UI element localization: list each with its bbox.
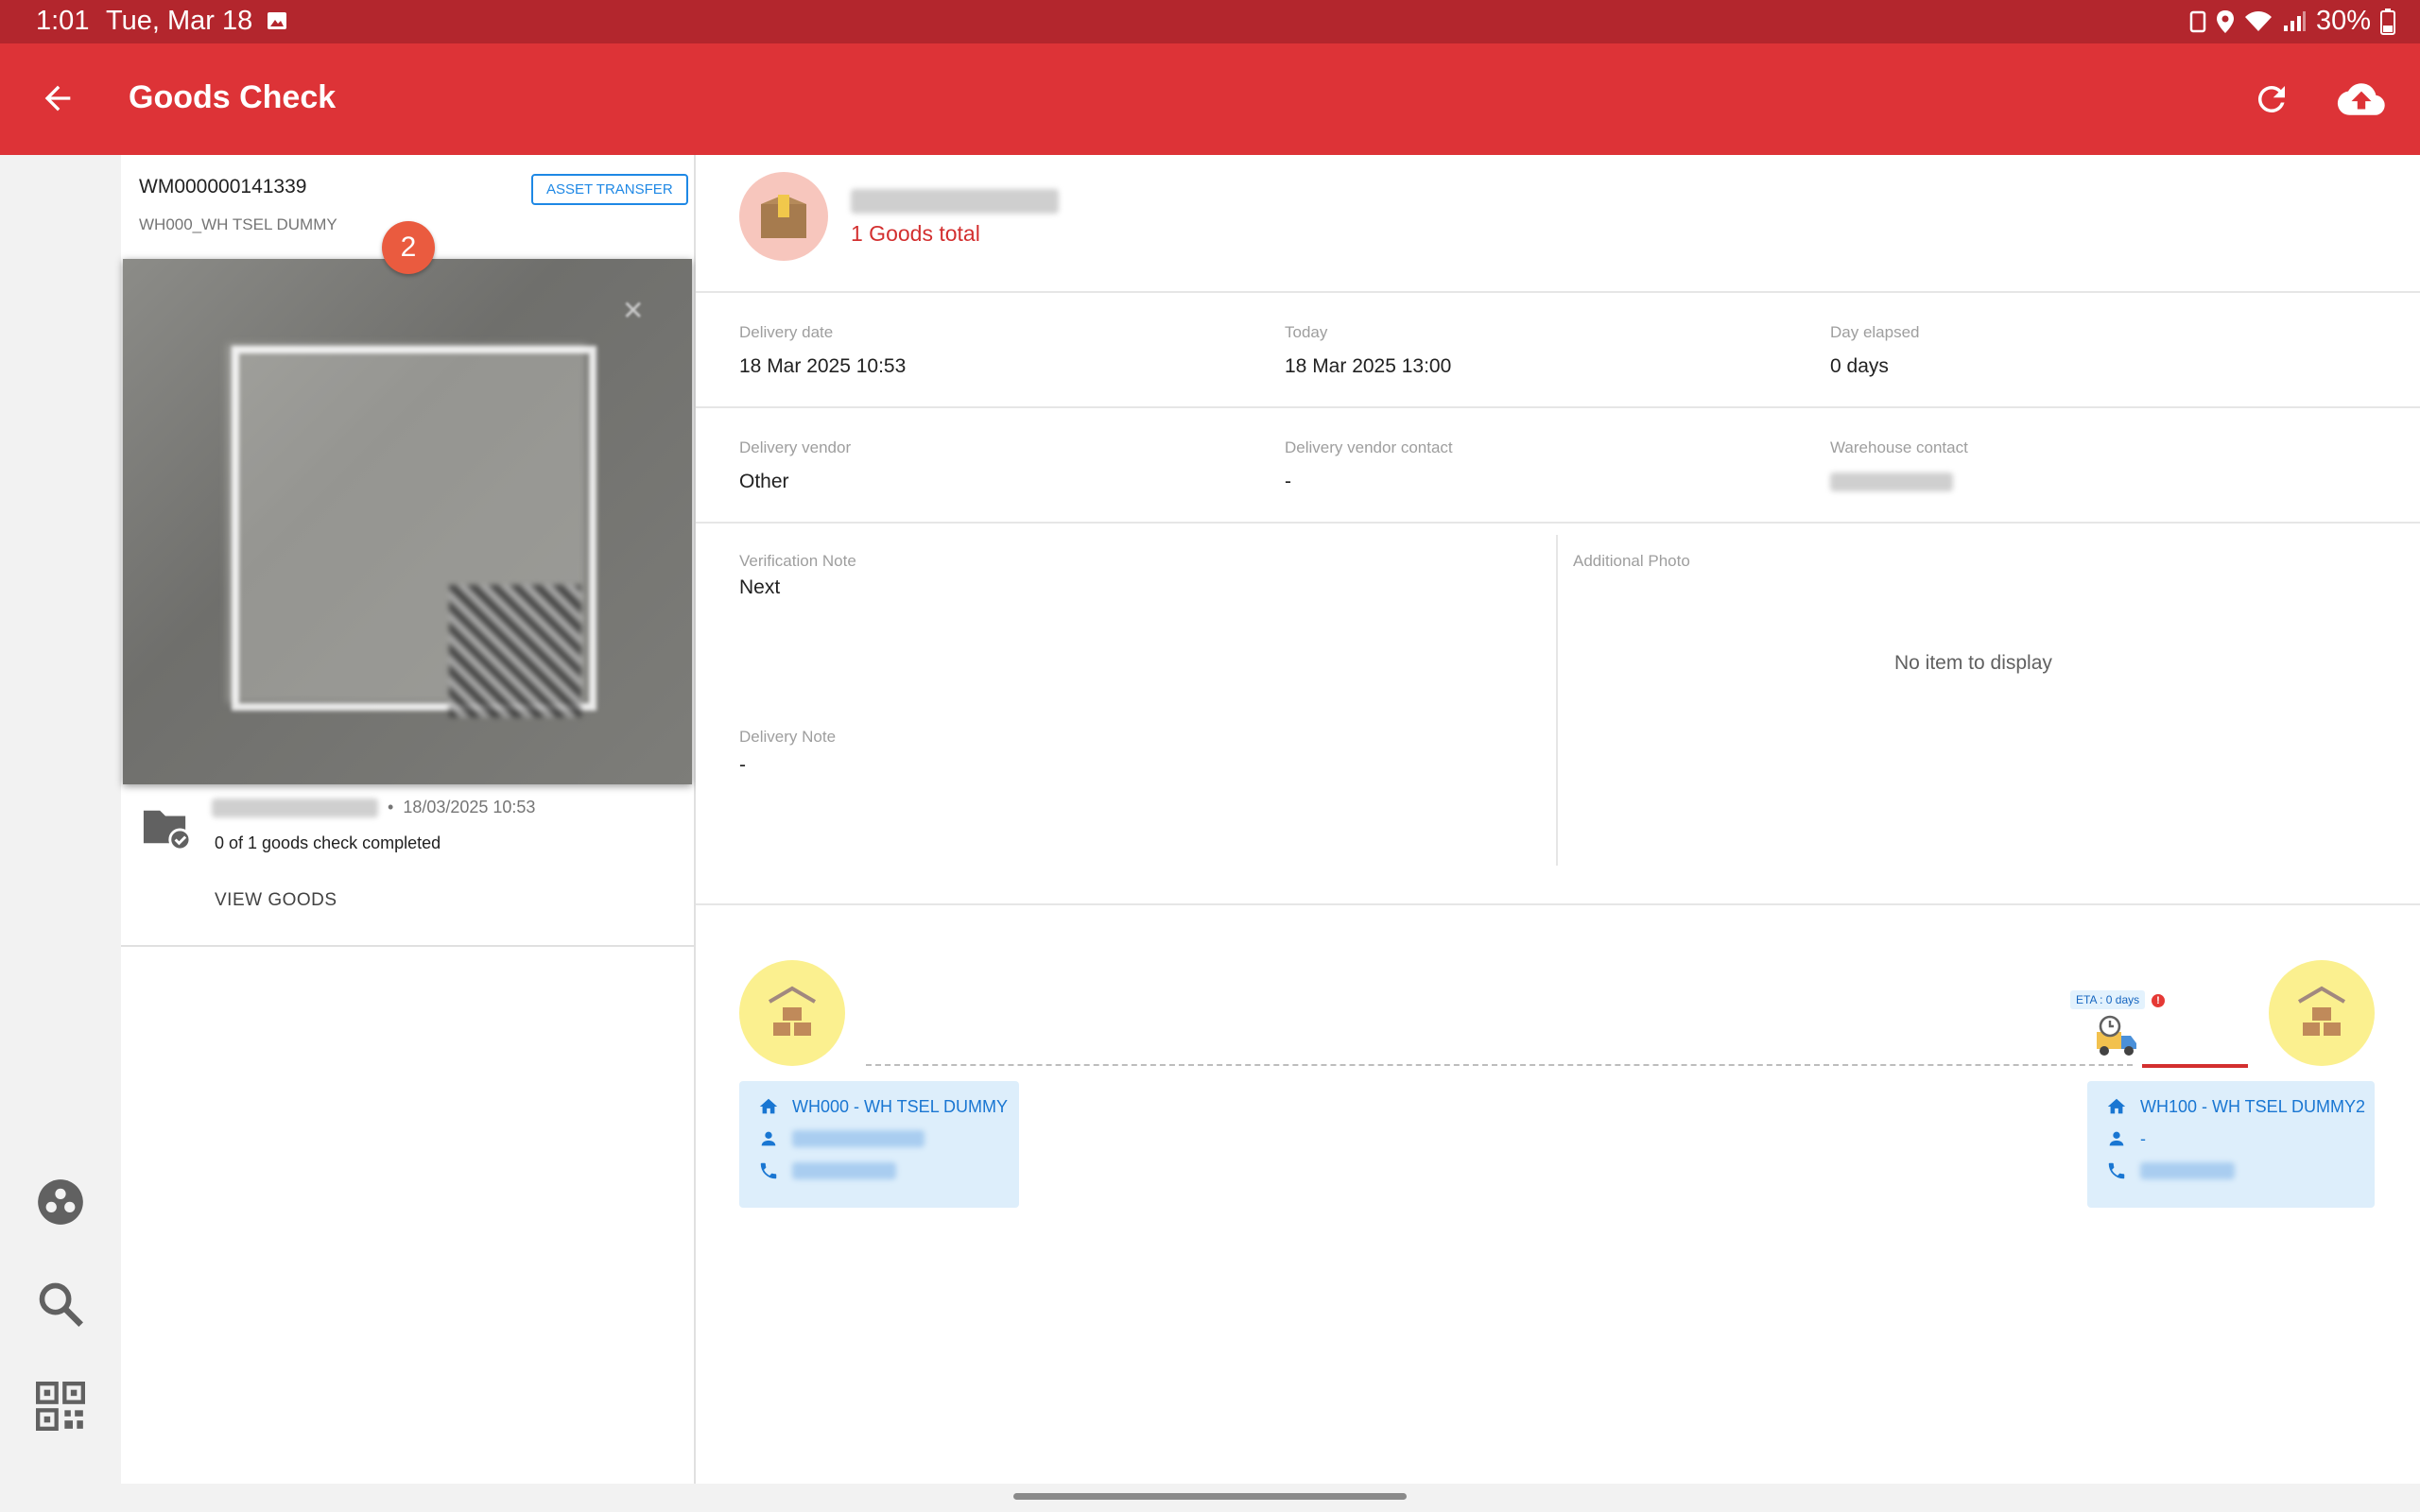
- goods-total: 1 Goods total: [851, 221, 980, 246]
- signal-icon: [2283, 10, 2306, 31]
- package-icon: [761, 195, 806, 238]
- cloud-upload-icon[interactable]: [2337, 79, 2386, 119]
- delivery-date-value: 18 Mar 2025 10:53: [739, 355, 907, 377]
- wifi-icon: [2244, 10, 2272, 31]
- route-overdue-line: [2142, 1064, 2248, 1068]
- origin-name-row: WH000 - WH TSEL DUMMY: [758, 1091, 1019, 1123]
- transfer-id: WM000000141339: [139, 176, 307, 198]
- destination-person-row: -: [2106, 1123, 2375, 1155]
- destination-info-card: WH100 - WH TSEL DUMMY2 -: [2087, 1081, 2375, 1208]
- destination-name: WH100 - WH TSEL DUMMY2: [2140, 1096, 2366, 1116]
- truck-icon: [2097, 1015, 2136, 1056]
- status-indicators: 30%: [2189, 6, 2395, 37]
- view-goods-button[interactable]: VIEW GOODS: [215, 890, 337, 911]
- home-icon: [759, 1098, 778, 1114]
- detail-panel: 1 Goods total Delivery date 18 Mar 2025 …: [696, 155, 2420, 1484]
- bullet-separator: •: [388, 798, 394, 816]
- back-arrow-icon[interactable]: [36, 79, 79, 117]
- home-icon: [2107, 1098, 2126, 1114]
- asset-transfer-badge: ASSET TRANSFER: [531, 174, 688, 205]
- app-bar: Goods Check: [0, 43, 2420, 155]
- transfer-list-panel: WM000000141339 ASSET TRANSFER WH000_WH T…: [121, 155, 696, 1484]
- elapsed-value: 0 days: [1830, 355, 1889, 377]
- warehouse-icon: [2297, 986, 2346, 1036]
- phone-icon: [760, 1162, 777, 1179]
- divider: [696, 406, 2420, 408]
- page-title: Goods Check: [129, 79, 337, 115]
- route-line: [866, 1064, 2133, 1066]
- destination-warehouse-avatar: [2269, 960, 2375, 1066]
- origin-warehouse-avatar: [739, 960, 845, 1066]
- refresh-icon[interactable]: [2252, 79, 2291, 119]
- person-icon: [2109, 1131, 2124, 1146]
- person-icon: [761, 1131, 776, 1146]
- destination-name-row: WH100 - WH TSEL DUMMY2: [2106, 1091, 2375, 1123]
- location-icon: [2216, 9, 2234, 33]
- group-icon[interactable]: [36, 1177, 85, 1227]
- elapsed-label: Day elapsed: [1830, 323, 1920, 341]
- search-icon[interactable]: [36, 1280, 85, 1329]
- vendor-value: Other: [739, 471, 789, 492]
- delivery-note-label: Delivery Note: [739, 728, 837, 746]
- goods-meta: • 18/03/2025 10:53: [212, 798, 535, 817]
- origin-person-row: [758, 1123, 1019, 1155]
- additional-photo-label: Additional Photo: [1573, 552, 1690, 570]
- goods-progress: 0 of 1 goods check completed: [215, 833, 441, 852]
- divider: [696, 291, 2420, 293]
- destination-person: -: [2140, 1128, 2146, 1148]
- gesture-home-bar[interactable]: [1013, 1493, 1407, 1500]
- verification-note-value: Next: [739, 576, 781, 598]
- redacted-origin-phone: [792, 1162, 896, 1179]
- today-label: Today: [1285, 323, 1328, 341]
- origin-phone-row: [758, 1155, 1019, 1187]
- destination-phone-row: [2106, 1155, 2375, 1187]
- divider: [696, 522, 2420, 524]
- status-date: Tue, Mar 18: [106, 6, 253, 36]
- delivery-date-label: Delivery date: [739, 323, 834, 341]
- step-marker: 2: [382, 221, 435, 274]
- warning-icon: !: [2152, 994, 2165, 1007]
- origin-info-card: WH000 - WH TSEL DUMMY: [739, 1081, 1019, 1208]
- qr-code-image: [449, 585, 581, 717]
- phone-icon: [2108, 1162, 2125, 1179]
- scanner-preview-overlay[interactable]: ✕: [123, 259, 692, 784]
- delivery-note-value: -: [739, 754, 746, 776]
- vendor-contact-value: -: [1285, 471, 1291, 492]
- goods-date: 18/03/2025 10:53: [403, 798, 536, 816]
- left-rail: [0, 155, 121, 1484]
- no-item-message: No item to display: [1894, 652, 2052, 674]
- folder-check-icon: [143, 810, 191, 850]
- goods-list-item[interactable]: • 18/03/2025 10:53 0 of 1 goods check co…: [121, 784, 694, 947]
- qr-code-icon[interactable]: [36, 1382, 85, 1431]
- origin-name: WH000 - WH TSEL DUMMY: [792, 1096, 1009, 1116]
- battery-percent: 30%: [2315, 6, 2371, 36]
- warehouse-name: WH000_WH TSEL DUMMY: [139, 215, 337, 233]
- vendor-label: Delivery vendor: [739, 438, 852, 456]
- battery-icon: [2380, 8, 2395, 35]
- gallery-icon: [268, 12, 286, 29]
- status-bar: 1:01 Tue, Mar 18 30%: [0, 0, 2420, 43]
- sim-icon: [2189, 10, 2206, 32]
- redacted-destination-phone: [2140, 1162, 2235, 1179]
- redacted-goods-title: [851, 189, 1059, 214]
- package-avatar: [739, 172, 828, 261]
- status-time: 1:01: [36, 6, 90, 36]
- vertical-divider: [1556, 535, 1558, 866]
- today-value: 18 Mar 2025 13:00: [1285, 355, 1452, 377]
- warehouse-icon: [768, 986, 817, 1036]
- redacted-warehouse-contact: [1830, 472, 1953, 491]
- vendor-contact-label: Delivery vendor contact: [1285, 438, 1453, 456]
- divider: [696, 903, 2420, 905]
- verification-note-label: Verification Note: [739, 552, 856, 570]
- eta-badge: ETA : 0 days: [2070, 990, 2146, 1009]
- redacted-origin-person: [792, 1130, 925, 1147]
- warehouse-contact-label: Warehouse contact: [1830, 438, 1968, 456]
- redacted-goods-code: [212, 798, 378, 817]
- close-icon[interactable]: ✕: [622, 295, 644, 326]
